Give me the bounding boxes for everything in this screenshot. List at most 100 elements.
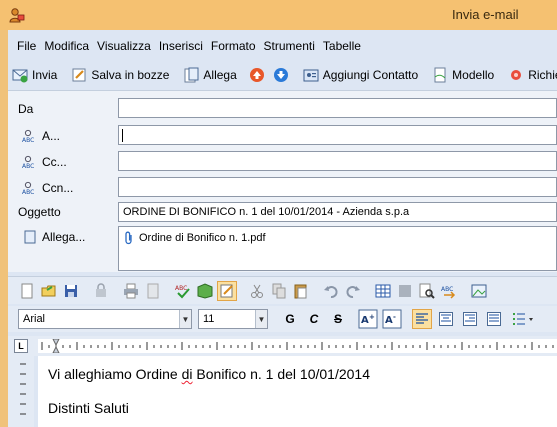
- svg-text:ABC: ABC: [22, 163, 34, 169]
- svg-text:-: -: [393, 313, 396, 321]
- italic-button[interactable]: C: [304, 309, 324, 329]
- cut-icon[interactable]: [248, 282, 266, 300]
- font-family-select[interactable]: Arial ▼: [18, 309, 192, 329]
- priority-high-button[interactable]: [247, 64, 271, 86]
- redo-icon[interactable]: [344, 282, 362, 300]
- spellcheck-icon[interactable]: ABC: [174, 282, 192, 300]
- paperclip-icon: [125, 231, 132, 245]
- bcc-field[interactable]: [118, 177, 557, 197]
- app-icon: [9, 8, 25, 23]
- cc-row: ABC Cc...: [8, 151, 557, 173]
- font-grow-icon[interactable]: A +: [358, 309, 378, 329]
- edit-mode-icon[interactable]: [217, 280, 237, 301]
- svg-text:ABC: ABC: [22, 189, 34, 195]
- body-text: Vi alleghiamo Ordine: [48, 366, 182, 382]
- vertical-ruler-ticks: [20, 363, 26, 415]
- print-icon[interactable]: [122, 282, 140, 300]
- cc-label-button[interactable]: ABC Cc...: [18, 155, 67, 169]
- email-window: File Modifica Visualizza Inserisci Forma…: [8, 30, 557, 427]
- format-toolbar: Arial ▼ 11 ▼ G C S A + A-: [8, 306, 557, 332]
- to-field[interactable]: [118, 125, 557, 145]
- send-button[interactable]: Invia: [8, 64, 63, 86]
- text-cursor: [122, 129, 123, 142]
- subject-row: Oggetto ORDINE DI BONIFICO n. 1 del 10/0…: [8, 202, 557, 224]
- undo-icon[interactable]: [322, 282, 340, 300]
- chevron-down-icon: ▼: [179, 310, 191, 328]
- indent-marker[interactable]: [52, 339, 60, 353]
- from-row: Da: [8, 98, 557, 120]
- template-button[interactable]: Modello: [428, 64, 500, 86]
- to-label-button[interactable]: ABC A...: [18, 129, 60, 143]
- save-draft-button[interactable]: Salva in bozze: [67, 64, 175, 86]
- body-line-2: Distinti Saluti: [48, 400, 129, 416]
- thesaurus-icon[interactable]: [196, 282, 214, 300]
- menu-modifica[interactable]: Modifica: [41, 35, 92, 57]
- send-label: Invia: [32, 68, 58, 82]
- from-label: Da: [18, 102, 34, 116]
- subject-field[interactable]: ORDINE DI BONIFICO n. 1 del 10/01/2014 -…: [118, 202, 557, 222]
- align-right-button[interactable]: [460, 309, 480, 329]
- attach-button[interactable]: Allega: [179, 64, 242, 86]
- add-contact-label: Aggiungi Contatto: [322, 68, 419, 82]
- menu-strumenti[interactable]: Strumenti: [261, 35, 318, 57]
- open-folder-icon[interactable]: [40, 282, 58, 300]
- cc-label: Cc...: [42, 155, 67, 169]
- attachment-item[interactable]: Ordine di Bonifico n. 1.pdf: [123, 231, 266, 245]
- message-body-editor[interactable]: Vi alleghiamo Ordine di Bonifico n. 1 de…: [38, 356, 557, 427]
- insert-image-icon[interactable]: [470, 282, 488, 300]
- font-family-value: Arial: [23, 313, 46, 325]
- attach-icon: [184, 67, 199, 83]
- tab-stop-selector[interactable]: L: [14, 339, 28, 353]
- from-field[interactable]: [118, 98, 557, 118]
- add-contact-button[interactable]: Aggiungi Contatto: [299, 64, 424, 86]
- find-icon[interactable]: [418, 282, 436, 300]
- table-properties-icon[interactable]: [396, 282, 414, 300]
- copy-icon[interactable]: [270, 282, 288, 300]
- template-icon: [434, 67, 446, 83]
- menu-inserisci[interactable]: Inserisci: [156, 35, 206, 57]
- save-icon[interactable]: [62, 282, 80, 300]
- svg-text:+: +: [369, 313, 375, 321]
- ruler-bar: L: [8, 336, 557, 356]
- permissions-icon[interactable]: [92, 282, 110, 300]
- attachments-label-button[interactable]: Allega...: [18, 230, 85, 244]
- arrow-up-icon: [249, 68, 264, 82]
- svg-text:ABC: ABC: [22, 137, 34, 143]
- font-shrink-icon[interactable]: A-: [382, 309, 402, 329]
- svg-text:A: A: [385, 315, 393, 326]
- bold-button[interactable]: G: [280, 309, 300, 329]
- cc-field[interactable]: [118, 151, 557, 171]
- strikethrough-button[interactable]: S: [328, 309, 348, 329]
- new-document-icon[interactable]: [18, 282, 36, 300]
- align-right-icon: [463, 312, 477, 326]
- attachments-label: Allega...: [42, 230, 86, 244]
- priority-low-button[interactable]: [271, 64, 295, 86]
- justify-button[interactable]: [484, 309, 504, 329]
- bcc-label: Ccn...: [42, 181, 74, 195]
- menu-file[interactable]: File: [8, 35, 39, 57]
- window-title: Invia e-mail: [452, 7, 519, 22]
- replace-icon[interactable]: ABC: [440, 282, 458, 300]
- send-icon: [12, 69, 28, 83]
- numbered-list-icon: [513, 313, 533, 325]
- font-size-select[interactable]: 11 ▼: [198, 309, 268, 329]
- attachments-list: Ordine di Bonifico n. 1.pdf: [118, 226, 557, 271]
- horizontal-ruler[interactable]: [38, 339, 557, 353]
- align-center-button[interactable]: [436, 309, 456, 329]
- paste-icon[interactable]: [292, 282, 310, 300]
- request-label: Richie: [528, 68, 557, 82]
- save-draft-icon: [72, 68, 86, 82]
- align-left-button[interactable]: [412, 309, 432, 329]
- request-button[interactable]: Richie: [504, 64, 557, 86]
- attachment-filename: Ordine di Bonifico n. 1.pdf: [139, 232, 266, 244]
- insert-table-icon[interactable]: [374, 282, 392, 300]
- bcc-label-button[interactable]: ABC Ccn...: [18, 181, 73, 195]
- font-size-value: 11: [203, 313, 215, 325]
- subject-label: Oggetto: [18, 205, 61, 219]
- menu-tabelle[interactable]: Tabelle: [320, 35, 364, 57]
- list-button[interactable]: [508, 309, 538, 329]
- print-preview-icon[interactable]: [144, 282, 162, 300]
- main-toolbar: Invia Salva in bozze Allega Aggiungi Con…: [8, 62, 557, 88]
- menu-formato[interactable]: Formato: [208, 35, 259, 57]
- menu-visualizza[interactable]: Visualizza: [94, 35, 154, 57]
